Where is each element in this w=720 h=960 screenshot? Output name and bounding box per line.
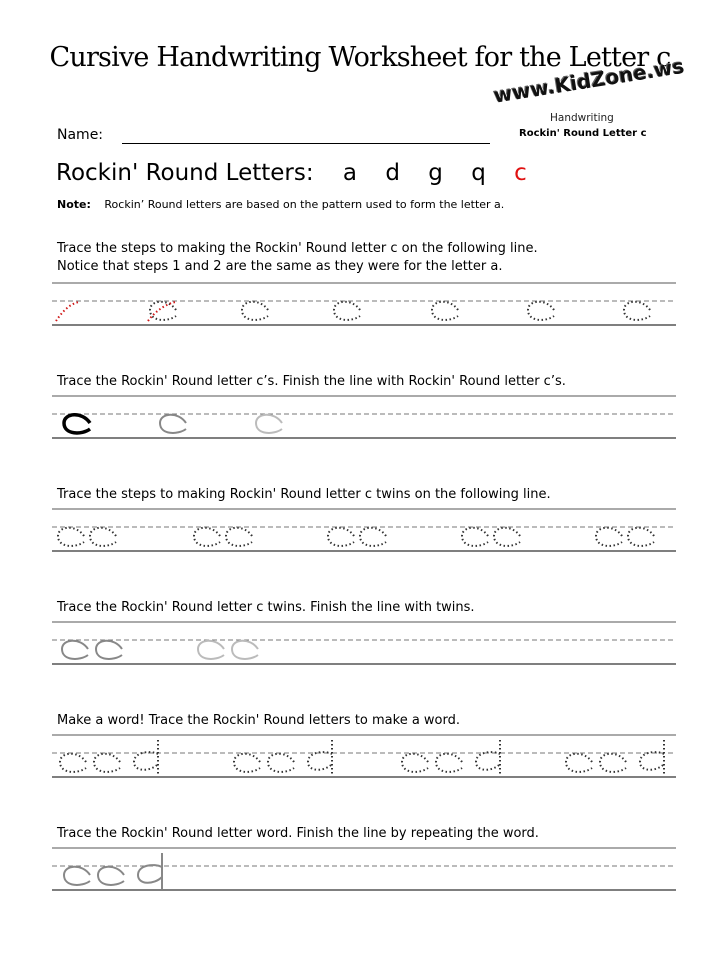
practice-row-5[interactable] <box>52 734 676 778</box>
handwriting-guides <box>52 282 676 891</box>
practice-row-4[interactable] <box>52 621 676 665</box>
practice-row-1[interactable] <box>52 282 676 326</box>
practice-row-3[interactable] <box>52 508 676 552</box>
practice-row-2[interactable] <box>52 395 676 439</box>
practice-row-6[interactable] <box>52 847 676 891</box>
